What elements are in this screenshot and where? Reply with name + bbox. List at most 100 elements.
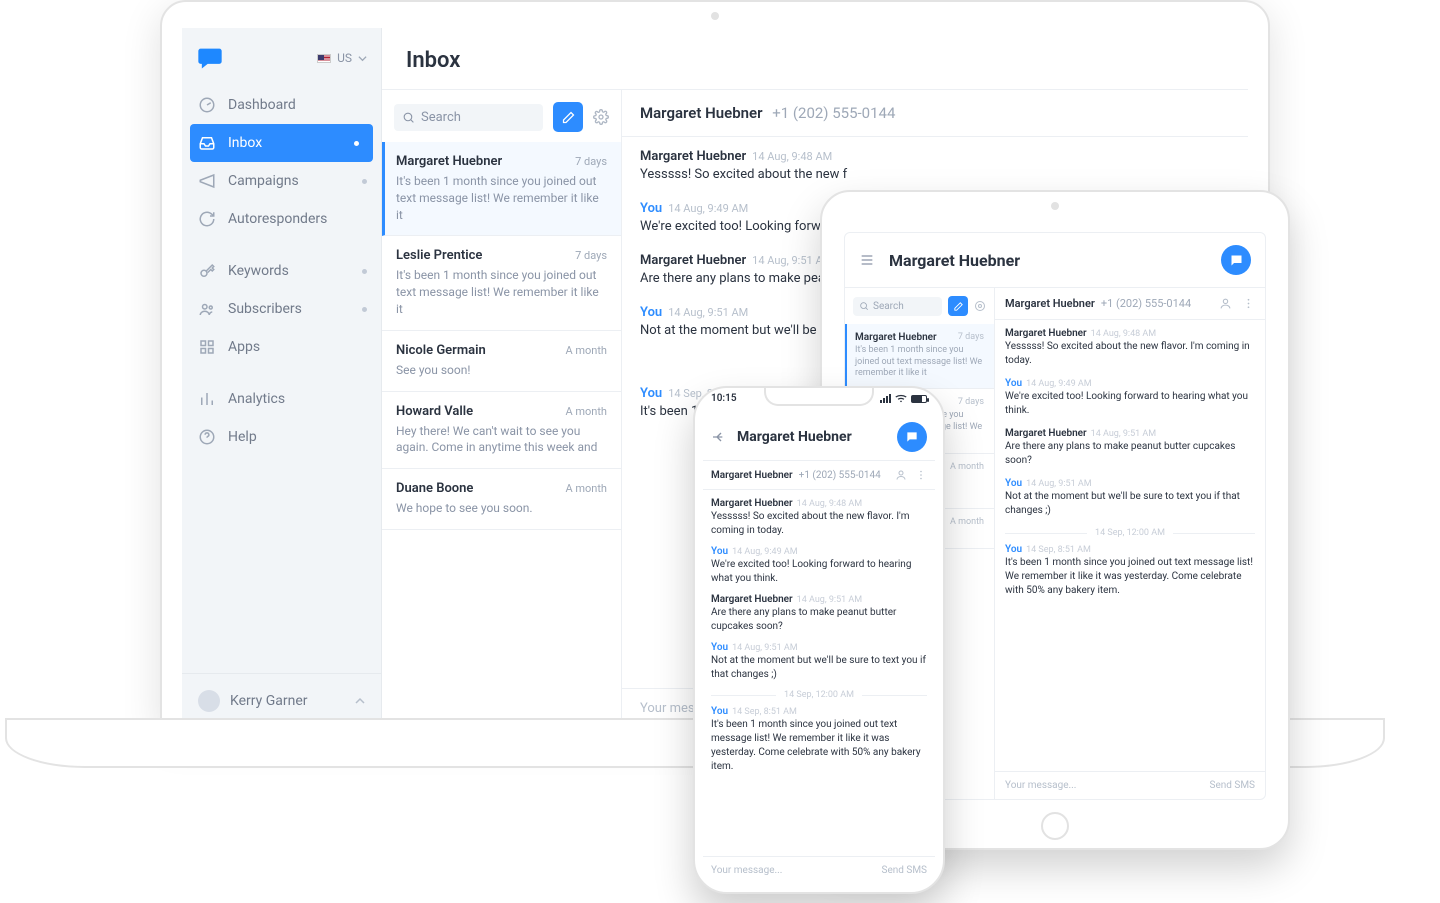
nav-keywords[interactable]: Keywords xyxy=(182,252,381,290)
thread-time: 7 days xyxy=(575,249,607,262)
user-name: Kerry Garner xyxy=(230,693,308,709)
thread-item[interactable]: Margaret Huebner7 days It's been 1 month… xyxy=(382,142,621,236)
signal-icon xyxy=(880,394,891,403)
wifi-icon xyxy=(895,394,907,403)
nav-label: Subscribers xyxy=(228,301,302,317)
tablet-header: Margaret Huebner xyxy=(845,233,1265,288)
thread-time: A month xyxy=(565,405,607,418)
more-button[interactable] xyxy=(915,469,927,481)
gear-icon xyxy=(974,300,986,312)
conversation-header: Margaret Huebner +1 (202) 555-0144 xyxy=(995,288,1265,320)
compose-button[interactable] xyxy=(948,296,968,316)
compose-icon xyxy=(561,110,576,125)
thread-name: Howard Valle xyxy=(396,404,473,419)
battery-icon xyxy=(911,395,927,403)
contact-phone: +1 (202) 555-0144 xyxy=(772,104,895,122)
thread-name: Nicole Germain xyxy=(396,343,486,358)
nav: Dashboard Inbox Campaigns xyxy=(182,82,381,460)
menu-icon xyxy=(859,252,875,268)
contact-button[interactable] xyxy=(895,469,907,481)
phone-header: Margaret Huebner xyxy=(703,414,935,461)
nav-autoresponders[interactable]: Autoresponders xyxy=(182,200,381,238)
messages: Margaret Huebner14 Aug, 9:48 AMYesssss! … xyxy=(703,490,935,856)
nav-label: Dashboard xyxy=(228,97,296,113)
chat-icon xyxy=(1229,253,1244,268)
search-input[interactable]: Search xyxy=(394,104,543,131)
settings-button[interactable] xyxy=(593,109,609,125)
thread-item[interactable]: Duane Boone A month We hope to see you so… xyxy=(382,469,621,530)
phone-title: Margaret Huebner xyxy=(737,429,887,445)
compose-icon xyxy=(953,301,964,312)
camera-dot xyxy=(1051,202,1059,210)
nav-help[interactable]: Help xyxy=(182,418,381,456)
locale-code: US xyxy=(337,51,352,65)
menu-button[interactable] xyxy=(859,252,875,268)
nav-label: Inbox xyxy=(228,135,262,151)
thread-name: Duane Boone xyxy=(396,481,473,496)
more-vertical-icon xyxy=(915,469,927,481)
chevron-down-icon xyxy=(358,54,367,63)
thread-item[interactable]: Leslie Prentice7 days It's been 1 month … xyxy=(382,236,621,330)
message-composer[interactable]: Your message... Send SMS xyxy=(995,771,1265,799)
tablet-conversation: Margaret Huebner +1 (202) 555-0144 Marga… xyxy=(995,288,1265,799)
more-vertical-icon xyxy=(1242,297,1255,310)
thread-preview: We hope to see you soon. xyxy=(396,500,607,517)
thread-item[interactable]: Howard Valle A month Hey there! We can't … xyxy=(382,392,621,470)
search-input[interactable]: Search xyxy=(853,297,942,316)
nav-inbox[interactable]: Inbox xyxy=(190,124,373,162)
thread-item[interactable]: Nicole GermainA month See you soon! xyxy=(382,331,621,392)
tablet-title: Margaret Huebner xyxy=(889,251,1207,270)
date-separator: 14 Sep, 12:00 AM xyxy=(1005,528,1255,538)
apps-icon xyxy=(198,338,216,356)
chat-fab[interactable] xyxy=(1221,245,1251,275)
status-bar: 10:15 xyxy=(711,393,927,404)
back-button[interactable] xyxy=(711,429,727,445)
badge-dot xyxy=(362,179,367,184)
thread-time: 7 days xyxy=(575,155,607,168)
contact-name: Margaret Huebner xyxy=(640,104,762,122)
contact-button[interactable] xyxy=(1219,297,1232,310)
thread-preview: It's been 1 month since you joined out t… xyxy=(396,173,607,223)
inbox-icon xyxy=(198,134,216,152)
person-icon xyxy=(895,469,907,481)
more-button[interactable] xyxy=(1242,297,1255,310)
home-button[interactable] xyxy=(1041,812,1069,840)
nav-label: Keywords xyxy=(228,263,289,279)
phone-device: 10:15 Margaret Huebner Margaret Huebner … xyxy=(693,386,945,894)
badge-dot xyxy=(362,307,367,312)
nav-subscribers[interactable]: Subscribers xyxy=(182,290,381,328)
app-logo xyxy=(196,44,224,72)
phone-app: Margaret Huebner Margaret Huebner +1 (20… xyxy=(703,414,935,856)
keywords-icon xyxy=(198,262,216,280)
nav-analytics[interactable]: Analytics xyxy=(182,380,381,418)
settings-button[interactable] xyxy=(974,300,986,312)
thread-list: Search Margaret Huebner7 days xyxy=(382,90,622,728)
thread-preview: Hey there! We can't wait to see you agai… xyxy=(396,423,607,457)
phone-subheader: Margaret Huebner +1 (202) 555-0144 xyxy=(703,461,935,490)
message-composer[interactable]: Your message... Send SMS xyxy=(703,856,935,884)
search-placeholder: Search xyxy=(421,110,461,125)
date-separator: 14 Sep, 12:00 AM xyxy=(711,690,927,700)
status-time: 10:15 xyxy=(711,393,737,404)
arrow-left-icon xyxy=(711,429,727,445)
user-avatar xyxy=(198,690,220,712)
search-icon xyxy=(859,301,869,311)
analytics-icon xyxy=(198,390,216,408)
nav-campaigns[interactable]: Campaigns xyxy=(182,162,381,200)
locale-switcher[interactable]: US xyxy=(317,51,367,65)
message: Margaret Huebner14 Aug, 9:48 AMYesssss! … xyxy=(640,149,1230,185)
nav-apps[interactable]: Apps xyxy=(182,328,381,366)
person-icon xyxy=(1219,297,1232,310)
page-title: Inbox xyxy=(382,28,1248,89)
chat-fab[interactable] xyxy=(897,422,927,452)
subscribers-icon xyxy=(198,300,216,318)
thread-name: Leslie Prentice xyxy=(396,248,482,263)
thread-time: A month xyxy=(565,482,607,495)
send-button[interactable]: Send SMS xyxy=(1210,780,1256,791)
compose-button[interactable] xyxy=(553,102,583,132)
nav-label: Campaigns xyxy=(228,173,299,189)
nav-dashboard[interactable]: Dashboard xyxy=(182,86,381,124)
send-button[interactable]: Send SMS xyxy=(882,865,928,876)
thread-item[interactable]: Margaret Huebner7 daysIt's been 1 month … xyxy=(845,324,994,389)
unread-dot xyxy=(354,141,359,146)
